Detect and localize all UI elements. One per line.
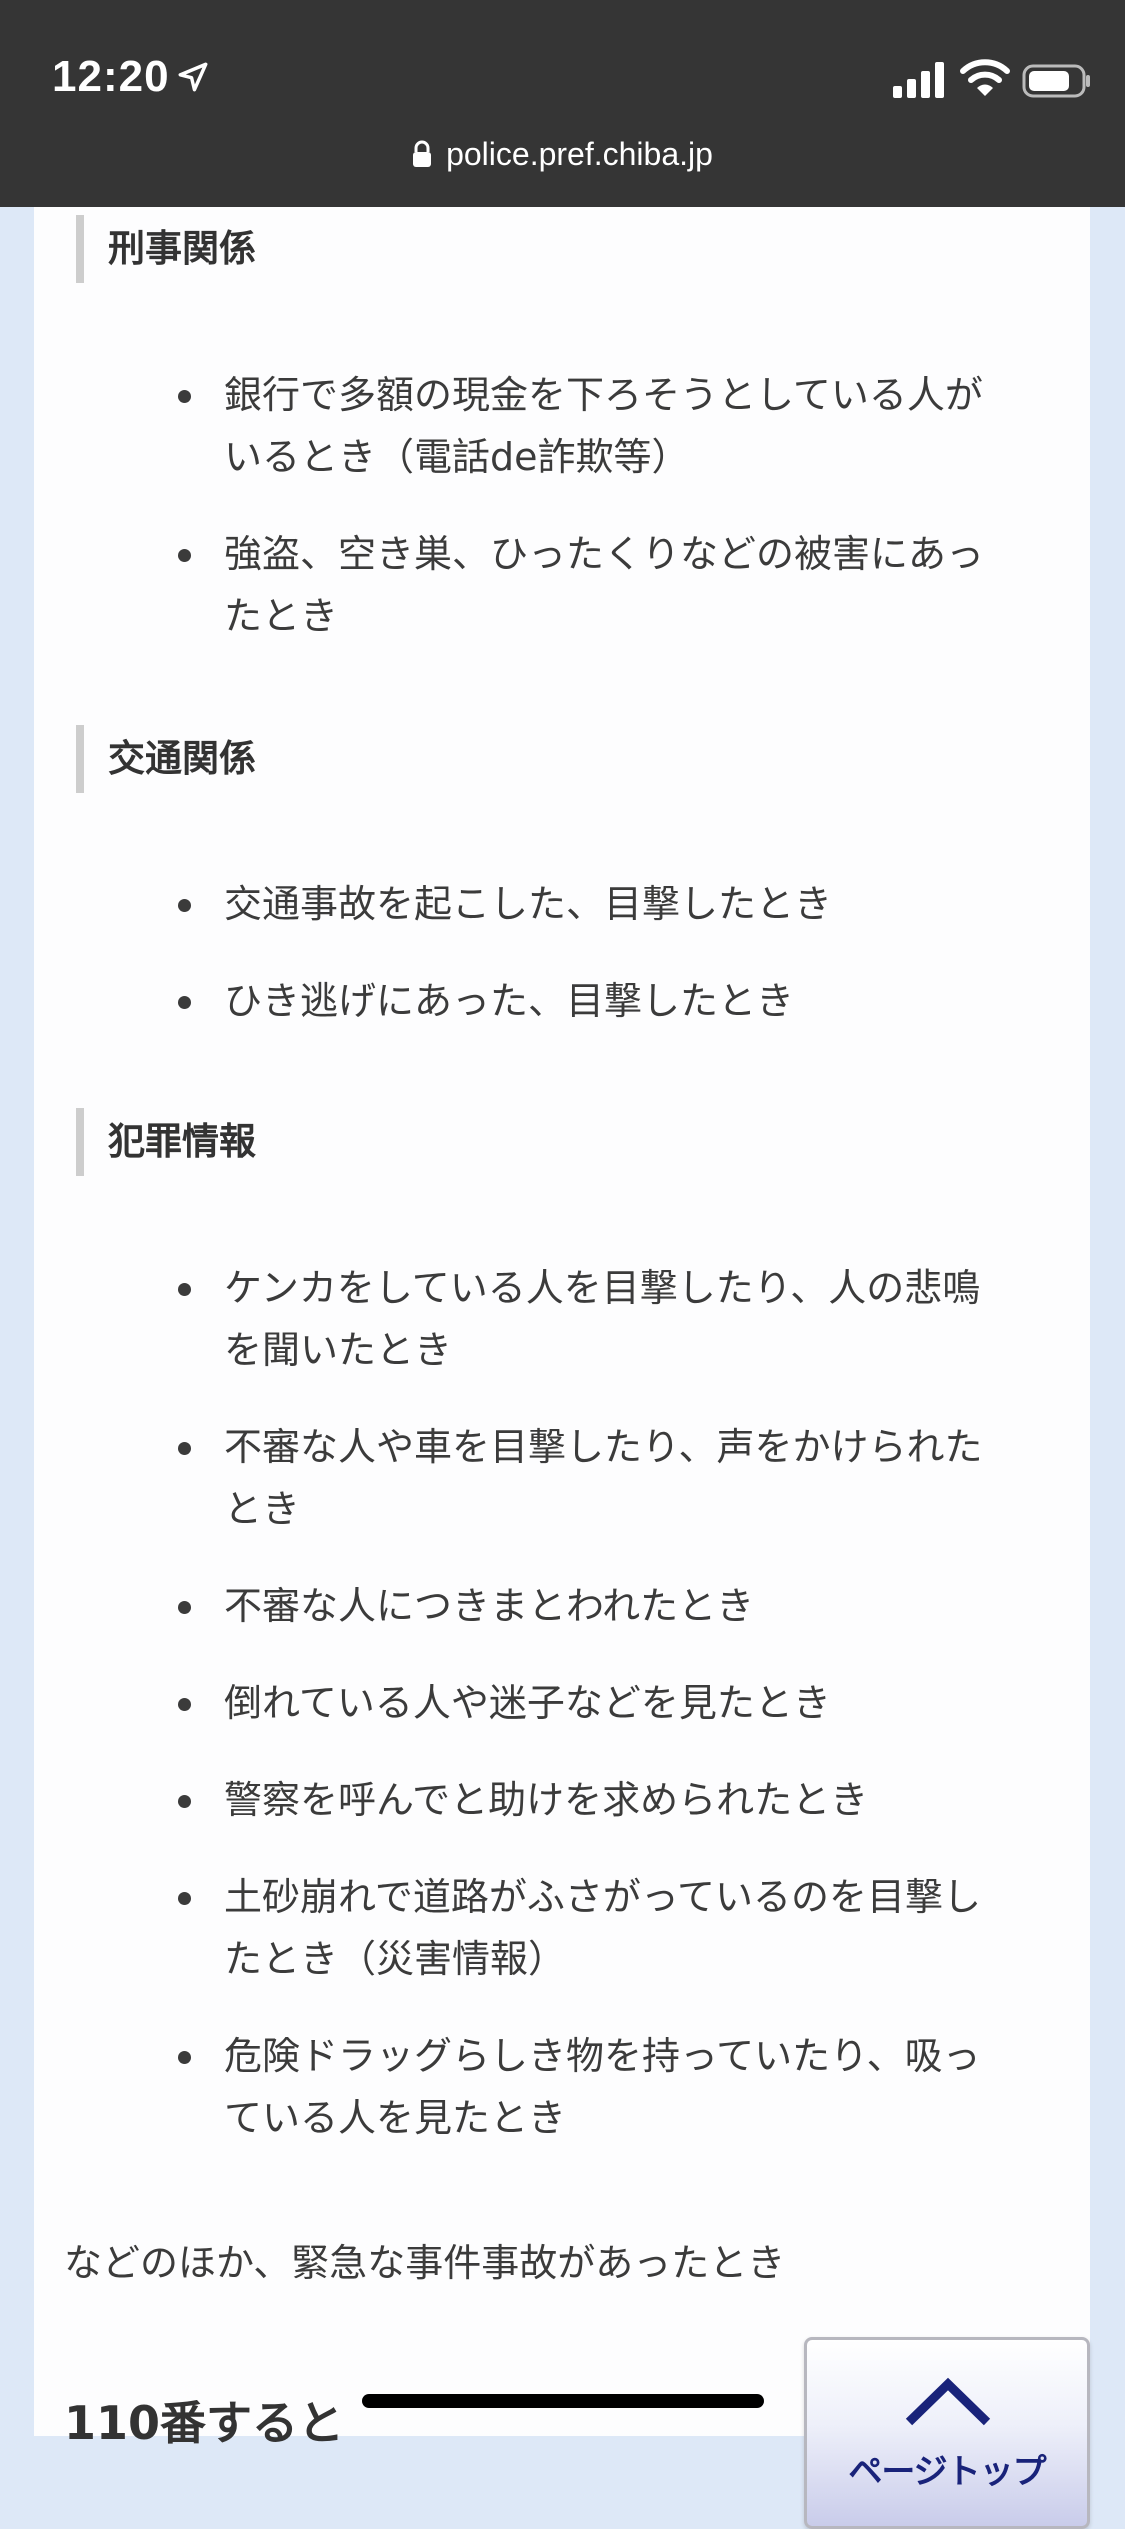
address-bar[interactable]: police.pref.chiba.jp — [0, 136, 1125, 173]
list-item: 土砂崩れで道路がふさがっているのを目撃したとき（災害情報） — [34, 1866, 1090, 1990]
chevron-up-icon — [905, 2377, 991, 2426]
url-text: police.pref.chiba.jp — [446, 136, 713, 172]
list-item: 強盗、空き巣、ひったくりなどの被害にあったとき — [34, 523, 1090, 647]
list-item: 危険ドラッグらしき物を持っていたり、吸っている人を見たとき — [34, 2025, 1090, 2149]
status-bar: 12:20 police.pref.chiba.jp — [0, 0, 1125, 207]
section-heading-traffic: 交通関係 — [76, 725, 256, 793]
section-list-criminal: 銀行で多額の現金を下ろそうとしている人がいるとき（電話de詐欺等） 強盗、空き巣… — [34, 364, 1090, 682]
list-item: 銀行で多額の現金を下ろそうとしている人がいるとき（電話de詐欺等） — [34, 364, 1090, 488]
list-item: 不審な人につきまとわれたとき — [34, 1575, 1090, 1637]
location-arrow-icon — [178, 62, 208, 92]
wifi-icon — [960, 59, 1010, 96]
section-list-crime-info: ケンカをしている人を目撃したり、人の悲鳴を聞いたとき 不審な人や車を目撃したり、… — [34, 1257, 1090, 2184]
lock-icon — [413, 140, 432, 167]
cellular-signal-icon — [893, 62, 944, 98]
page-top-label: ページトップ — [848, 2452, 1046, 2492]
list-item: 倒れている人や迷子などを見たとき — [34, 1672, 1090, 1734]
section-heading-crime-info: 犯罪情報 — [76, 1108, 256, 1176]
summary-text: などのほか、緊急な事件事故があったとき — [64, 2241, 786, 2285]
section-list-traffic: 交通事故を起こした、目撃したとき ひき逃げにあった、目撃したとき — [34, 873, 1090, 1067]
list-item: 警察を呼んでと助けを求められたとき — [34, 1769, 1090, 1831]
page-content: 刑事関係 銀行で多額の現金を下ろそうとしている人がいるとき（電話de詐欺等） 強… — [34, 207, 1090, 2529]
list-item: 不審な人や車を目撃したり、声をかけられたとき — [34, 1416, 1090, 1540]
list-item: ひき逃げにあった、目撃したとき — [34, 970, 1090, 1032]
page-top-button[interactable]: ページトップ — [804, 2337, 1090, 2529]
next-section-heading: 110番すると — [64, 2396, 345, 2450]
list-item: ケンカをしている人を目撃したり、人の悲鳴を聞いたとき — [34, 1257, 1090, 1381]
section-heading-criminal: 刑事関係 — [76, 215, 256, 283]
battery-icon — [1022, 64, 1090, 98]
home-indicator[interactable] — [362, 2394, 764, 2408]
list-item: 交通事故を起こした、目撃したとき — [34, 873, 1090, 935]
status-time: 12:20 — [52, 52, 170, 101]
